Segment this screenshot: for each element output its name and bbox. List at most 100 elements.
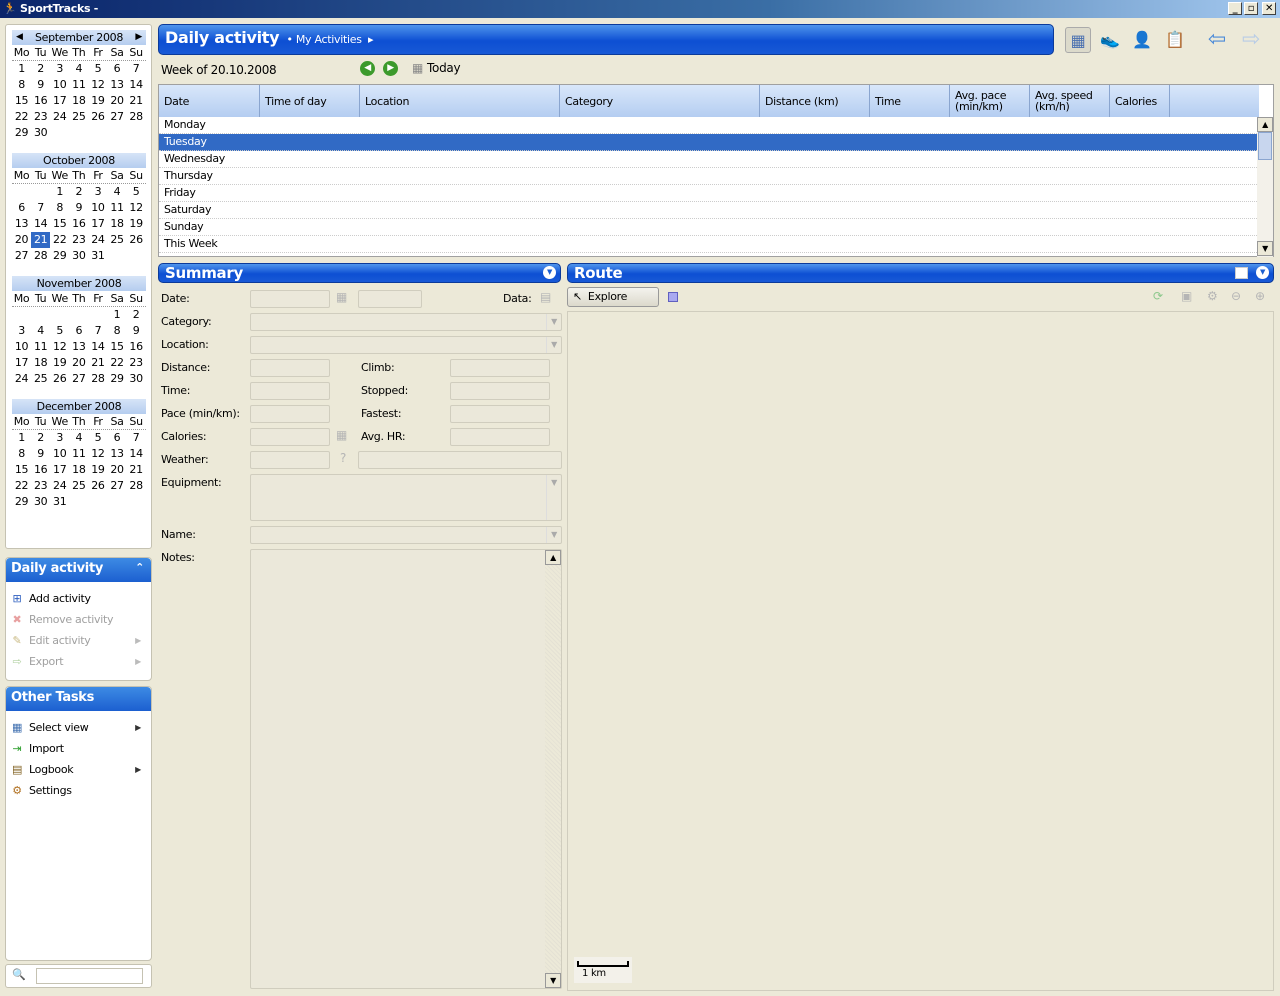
calendar-day[interactable]: 16 bbox=[31, 462, 50, 478]
calendar-day[interactable]: 3 bbox=[50, 61, 69, 77]
calendar-day[interactable]: 22 bbox=[12, 478, 31, 494]
back-arrow-icon[interactable]: ⇦ bbox=[1204, 27, 1230, 53]
calendar-day[interactable]: 21 bbox=[127, 93, 146, 109]
calendar-day[interactable]: 16 bbox=[127, 339, 146, 355]
calendar-day[interactable]: 19 bbox=[88, 462, 107, 478]
calendar-day[interactable]: 14 bbox=[127, 77, 146, 93]
athlete-icon[interactable]: 👤 bbox=[1129, 27, 1155, 53]
scroll-thumb[interactable] bbox=[1258, 132, 1272, 160]
calendar-day[interactable]: 11 bbox=[107, 200, 126, 216]
category-select[interactable]: ▼ bbox=[250, 313, 562, 331]
calendar-day[interactable]: 9 bbox=[31, 446, 50, 462]
stopped-field[interactable] bbox=[450, 382, 550, 400]
calendar-day[interactable]: 15 bbox=[12, 93, 31, 109]
calendar-day[interactable]: 2 bbox=[127, 307, 146, 323]
calendar-day[interactable]: 7 bbox=[127, 61, 146, 77]
calendar-day[interactable]: 14 bbox=[88, 339, 107, 355]
calendar-day[interactable]: 23 bbox=[127, 355, 146, 371]
calendar-day[interactable]: 26 bbox=[127, 232, 146, 248]
calendar-day[interactable]: 24 bbox=[12, 371, 31, 387]
calendar-day[interactable]: 7 bbox=[31, 200, 50, 216]
climb-field[interactable] bbox=[450, 359, 550, 377]
calendar-view-icon[interactable]: ▦ bbox=[1065, 27, 1091, 53]
name-select[interactable]: ▼ bbox=[250, 526, 562, 544]
next-month-icon[interactable]: ▶ bbox=[135, 30, 142, 45]
table-row[interactable]: Saturday bbox=[159, 202, 1257, 219]
calendar-day[interactable]: 24 bbox=[50, 478, 69, 494]
calendar-day[interactable]: 9 bbox=[127, 323, 146, 339]
calendar-day[interactable]: 4 bbox=[69, 430, 88, 446]
calendar-day[interactable]: 14 bbox=[31, 216, 50, 232]
fastest-field[interactable] bbox=[450, 405, 550, 423]
calendar-day[interactable]: 10 bbox=[50, 446, 69, 462]
calendar-day[interactable]: 12 bbox=[88, 446, 107, 462]
calendar-day[interactable]: 17 bbox=[88, 216, 107, 232]
shoe-icon[interactable]: 👟 bbox=[1097, 27, 1123, 53]
calendar-day[interactable]: 20 bbox=[12, 232, 31, 248]
calendar-day[interactable]: 18 bbox=[69, 93, 88, 109]
calendar-day[interactable]: 29 bbox=[12, 494, 31, 510]
calendar-day[interactable]: 17 bbox=[12, 355, 31, 371]
time-start-field[interactable] bbox=[358, 290, 422, 308]
calendar-day[interactable]: 25 bbox=[69, 478, 88, 494]
calendar-day[interactable]: 19 bbox=[88, 93, 107, 109]
time-field[interactable] bbox=[250, 382, 330, 400]
column-header[interactable]: Time bbox=[870, 85, 950, 117]
vertical-scrollbar[interactable]: ▲ ▼ bbox=[1257, 117, 1273, 257]
task-import[interactable]: ⇥ Import bbox=[6, 738, 151, 759]
calendar-day[interactable]: 5 bbox=[88, 430, 107, 446]
equipment-select[interactable]: ▼ bbox=[250, 474, 562, 521]
calendar-day[interactable]: 3 bbox=[12, 323, 31, 339]
search-input[interactable] bbox=[36, 968, 143, 984]
calendar-day[interactable]: 22 bbox=[107, 355, 126, 371]
calendar-day[interactable]: 13 bbox=[107, 446, 126, 462]
notes-textarea[interactable]: ▲ ▼ bbox=[250, 549, 562, 989]
calendar-day[interactable]: 21 bbox=[88, 355, 107, 371]
calendar-day[interactable]: 10 bbox=[12, 339, 31, 355]
maximize-button[interactable]: ▫ bbox=[1244, 2, 1258, 15]
daily-activity-tasks-header[interactable]: Daily activity ⌃ bbox=[6, 558, 151, 582]
calendar-day[interactable]: 5 bbox=[88, 61, 107, 77]
column-header[interactable]: Avg. speed (km/h) bbox=[1030, 85, 1110, 117]
calendar-day[interactable]: 8 bbox=[107, 323, 126, 339]
route-map[interactable]: 1 km bbox=[567, 311, 1274, 991]
distance-field[interactable] bbox=[250, 359, 330, 377]
previous-month-icon[interactable]: ◀ bbox=[16, 30, 23, 45]
calendar-day[interactable]: 9 bbox=[69, 200, 88, 216]
calendar-day[interactable]: 2 bbox=[69, 184, 88, 200]
table-row[interactable]: This Week bbox=[159, 236, 1257, 253]
calendar-day[interactable]: 1 bbox=[107, 307, 126, 323]
calendar-day[interactable]: 1 bbox=[12, 430, 31, 446]
calendar-day[interactable]: 16 bbox=[69, 216, 88, 232]
calendar-day[interactable]: 13 bbox=[69, 339, 88, 355]
calendar-day[interactable]: 8 bbox=[12, 77, 31, 93]
calendar-day[interactable]: 29 bbox=[107, 371, 126, 387]
calendar-day[interactable]: 4 bbox=[107, 184, 126, 200]
calendar-day[interactable]: 25 bbox=[107, 232, 126, 248]
calendar-day[interactable]: 29 bbox=[50, 248, 69, 264]
collapse-icon[interactable]: ▼ bbox=[1256, 266, 1269, 279]
calendar-day[interactable]: 8 bbox=[12, 446, 31, 462]
calendar-day[interactable]: 18 bbox=[107, 216, 126, 232]
calendar-day[interactable]: 10 bbox=[50, 77, 69, 93]
calendar-day[interactable]: 20 bbox=[107, 462, 126, 478]
calendar-day[interactable]: 9 bbox=[31, 77, 50, 93]
calendar-day[interactable]: 7 bbox=[127, 430, 146, 446]
calendar-icon[interactable]: ▦ bbox=[336, 290, 347, 304]
calendar-day[interactable]: 22 bbox=[12, 109, 31, 125]
calendar-day[interactable]: 28 bbox=[31, 248, 50, 264]
calendar-day[interactable]: 23 bbox=[31, 478, 50, 494]
table-row[interactable]: Sunday bbox=[159, 219, 1257, 236]
table-row[interactable]: Wednesday bbox=[159, 151, 1257, 168]
task-settings[interactable]: ⚙ Settings bbox=[6, 780, 151, 801]
column-header[interactable]: Time of day bbox=[260, 85, 360, 117]
table-row[interactable]: Friday bbox=[159, 185, 1257, 202]
table-row[interactable]: Thursday bbox=[159, 168, 1257, 185]
today-button[interactable]: ▦ Today bbox=[412, 61, 461, 75]
explore-button[interactable]: ↖ Explore bbox=[567, 287, 659, 307]
calendar-day[interactable]: 14 bbox=[127, 446, 146, 462]
date-field[interactable] bbox=[250, 290, 330, 308]
calendar-day[interactable]: 28 bbox=[88, 371, 107, 387]
calendar-day[interactable]: 31 bbox=[88, 248, 107, 264]
calendar-day[interactable]: 4 bbox=[31, 323, 50, 339]
